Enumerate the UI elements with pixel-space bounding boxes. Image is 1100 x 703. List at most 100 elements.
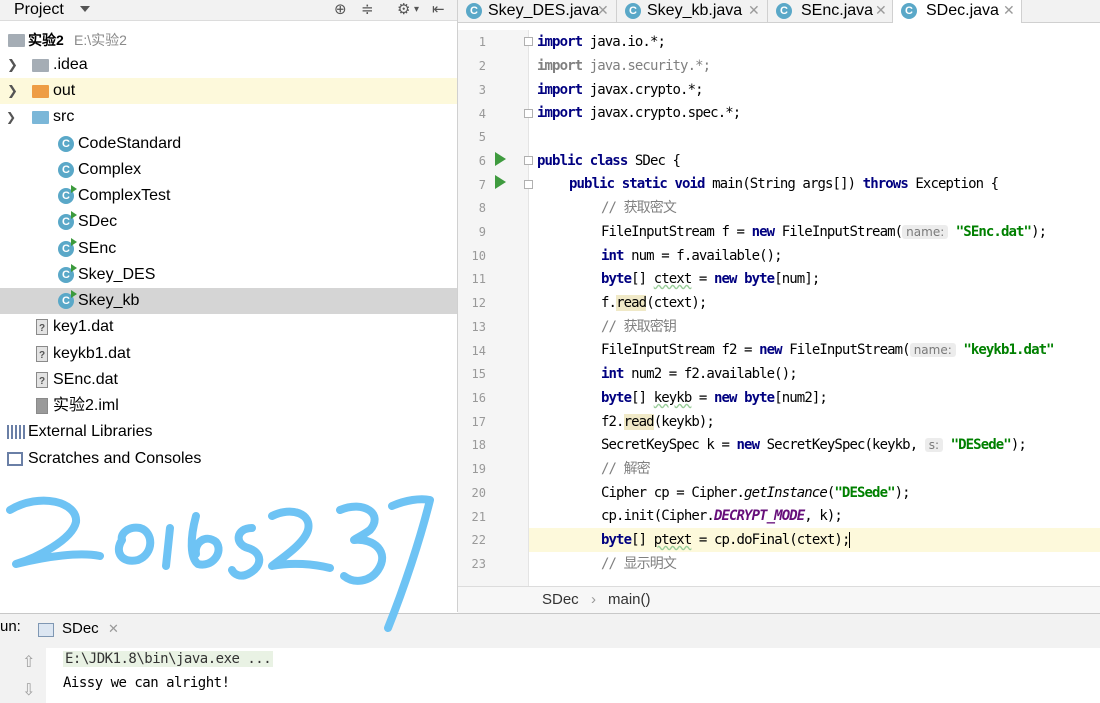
module-folder-icon xyxy=(8,34,25,47)
chevron-right-icon[interactable]: ❯ xyxy=(7,78,18,104)
line-number: 23 xyxy=(471,557,486,571)
tree-item-label: Skey_kb xyxy=(78,292,140,309)
target-icon[interactable]: ⊕ xyxy=(334,0,347,19)
close-icon[interactable]: ✕ xyxy=(875,0,887,21)
run-tab-label: SDec xyxy=(62,620,99,637)
tab-sdec[interactable]: C SDec.java ✕ xyxy=(893,0,1022,23)
tab-skey-kb[interactable]: C Skey_kb.java ✕ xyxy=(617,0,768,22)
tree-item-label: src xyxy=(53,108,75,125)
library-icon xyxy=(7,425,25,439)
collapse-all-icon[interactable]: ≑ xyxy=(361,0,374,19)
run-panel: un: SDec ✕ ⇧ ⇩ E:\JDK1.8\bin\java.exe ..… xyxy=(0,613,1100,703)
editor-tab-bar: C Skey_DES.java ✕ C Skey_kb.java ✕ C SEn… xyxy=(458,0,1100,23)
code-line: // 解密 xyxy=(601,461,651,477)
tree-item-class[interactable]: C Complex xyxy=(0,157,457,183)
line-number: 20 xyxy=(471,486,486,500)
line-number: 3 xyxy=(478,83,486,97)
code-line: SecretKeySpec k = new SecretKeySpec(keyk… xyxy=(601,437,1027,453)
code-line: f2.read(keykb); xyxy=(601,414,715,430)
run-class-icon[interactable] xyxy=(495,152,506,166)
close-icon[interactable]: ✕ xyxy=(108,621,119,637)
tree-item-label: SDec xyxy=(78,213,118,230)
close-icon[interactable]: ✕ xyxy=(748,0,760,21)
tab-senc[interactable]: C SEnc.java ✕ xyxy=(768,0,893,22)
tree-item-label: out xyxy=(53,82,76,99)
class-icon: C xyxy=(901,3,917,19)
code-line: import javax.crypto.*; xyxy=(537,82,704,98)
parameter-hint: name: xyxy=(902,225,949,239)
gear-icon[interactable]: ⚙ xyxy=(397,0,410,19)
line-number: 6 xyxy=(478,154,486,168)
code-area[interactable]: import java.io.*; import java.security.*… xyxy=(529,30,1100,586)
editor-gutter[interactable]: 1 2 3 4 5 6 7 8 9 10 11 12 13 14 15 16 1… xyxy=(458,30,533,586)
chevron-right-icon: › xyxy=(591,591,596,608)
tree-item-file[interactable]: ? key1.dat xyxy=(0,314,457,340)
console-command-line: E:\JDK1.8\bin\java.exe ... xyxy=(63,651,274,667)
line-number: 1 xyxy=(478,35,486,49)
tree-item-file[interactable]: 实验2.iml xyxy=(0,393,457,419)
module-file-icon xyxy=(36,398,48,414)
unknown-file-icon: ? xyxy=(36,346,48,362)
code-editor: C Skey_DES.java ✕ C Skey_kb.java ✕ C SEn… xyxy=(458,0,1100,613)
code-line-current: byte[] ptext = cp.doFinal(ctext); xyxy=(529,528,1100,552)
arrow-up-icon[interactable]: ⇧ xyxy=(22,652,35,672)
line-number: 22 xyxy=(471,533,486,547)
tree-item-label: ComplexTest xyxy=(78,187,171,204)
run-config-icon xyxy=(38,623,54,637)
tree-item-file[interactable]: ? keykb1.dat xyxy=(0,341,457,367)
tab-label: Skey_kb.java xyxy=(647,2,743,19)
source-folder-icon xyxy=(32,111,49,124)
close-icon[interactable]: ✕ xyxy=(1003,0,1015,21)
tree-item-class[interactable]: C Skey_DES xyxy=(0,262,457,288)
tree-item-label: Skey_DES xyxy=(78,266,156,283)
tree-item-class[interactable]: C SEnc xyxy=(0,236,457,262)
code-line: FileInputStream f2 = new FileInputStream… xyxy=(601,342,1055,358)
tree-item-module[interactable]: 实验2 E:\实验2 xyxy=(0,27,457,53)
tree-item-label: key1.dat xyxy=(53,318,114,335)
hide-panel-icon[interactable]: ⇤ xyxy=(432,0,445,19)
class-icon: C xyxy=(625,3,641,19)
tree-item-external-libraries[interactable]: External Libraries xyxy=(0,419,457,445)
breadcrumb-item[interactable]: main() xyxy=(608,587,651,613)
run-tab-sdec[interactable]: SDec ✕ xyxy=(36,616,126,644)
tree-item-label: Complex xyxy=(78,161,142,178)
project-panel: Project ⊕ ≑ ⚙ ▾ ⇤ 实验2 E:\实验2 ❯ .idea ❯ o… xyxy=(0,0,458,612)
tree-item-label: SEnc xyxy=(78,240,117,257)
code-line: // 获取密钥 xyxy=(601,319,677,335)
tree-item-idea[interactable]: ❯ .idea xyxy=(0,52,457,78)
runnable-class-icon: C xyxy=(58,211,77,230)
tree-item-label: keykb1.dat xyxy=(53,345,131,362)
close-icon[interactable]: ✕ xyxy=(597,0,609,21)
parameter-hint: name: xyxy=(909,343,956,357)
class-icon: C xyxy=(58,136,74,152)
line-number: 15 xyxy=(471,367,486,381)
code-line: Cipher cp = Cipher.getInstance("DESede")… xyxy=(601,485,911,501)
project-view-selector[interactable]: Project xyxy=(14,0,64,19)
chevron-down-icon[interactable] xyxy=(80,6,90,12)
line-number: 14 xyxy=(471,344,486,358)
code-line: public class SDec { xyxy=(537,153,681,169)
code-line: // 获取密文 xyxy=(601,200,677,216)
breadcrumb-item[interactable]: SDec xyxy=(542,587,579,613)
parameter-hint: s: xyxy=(924,438,944,452)
tree-item-scratches[interactable]: Scratches and Consoles xyxy=(0,446,457,472)
chevron-down-icon[interactable]: ❯ xyxy=(6,104,16,130)
line-number: 11 xyxy=(471,272,486,286)
tree-item-class[interactable]: C ComplexTest xyxy=(0,183,457,209)
run-main-icon[interactable] xyxy=(495,175,506,189)
tab-skey-des[interactable]: C Skey_DES.java ✕ xyxy=(458,0,617,22)
line-number: 18 xyxy=(471,438,486,452)
tree-item-file[interactable]: ? SEnc.dat xyxy=(0,367,457,393)
console-output[interactable]: E:\JDK1.8\bin\java.exe ... Aissy we can … xyxy=(46,648,1100,703)
tree-item-src[interactable]: ❯ src xyxy=(0,104,457,130)
arrow-down-icon[interactable]: ⇩ xyxy=(22,680,35,700)
breadcrumb: SDec › main() xyxy=(458,586,1100,613)
folder-icon xyxy=(32,59,49,72)
tree-item-out[interactable]: ❯ out xyxy=(0,78,457,104)
scratches-icon xyxy=(7,452,23,466)
tree-item-class[interactable]: C SDec xyxy=(0,209,457,235)
chevron-down-icon[interactable]: ▾ xyxy=(414,0,419,19)
chevron-right-icon[interactable]: ❯ xyxy=(7,52,18,78)
tree-item-class-selected[interactable]: C Skey_kb xyxy=(0,288,457,314)
tree-item-class[interactable]: C CodeStandard xyxy=(0,131,457,157)
